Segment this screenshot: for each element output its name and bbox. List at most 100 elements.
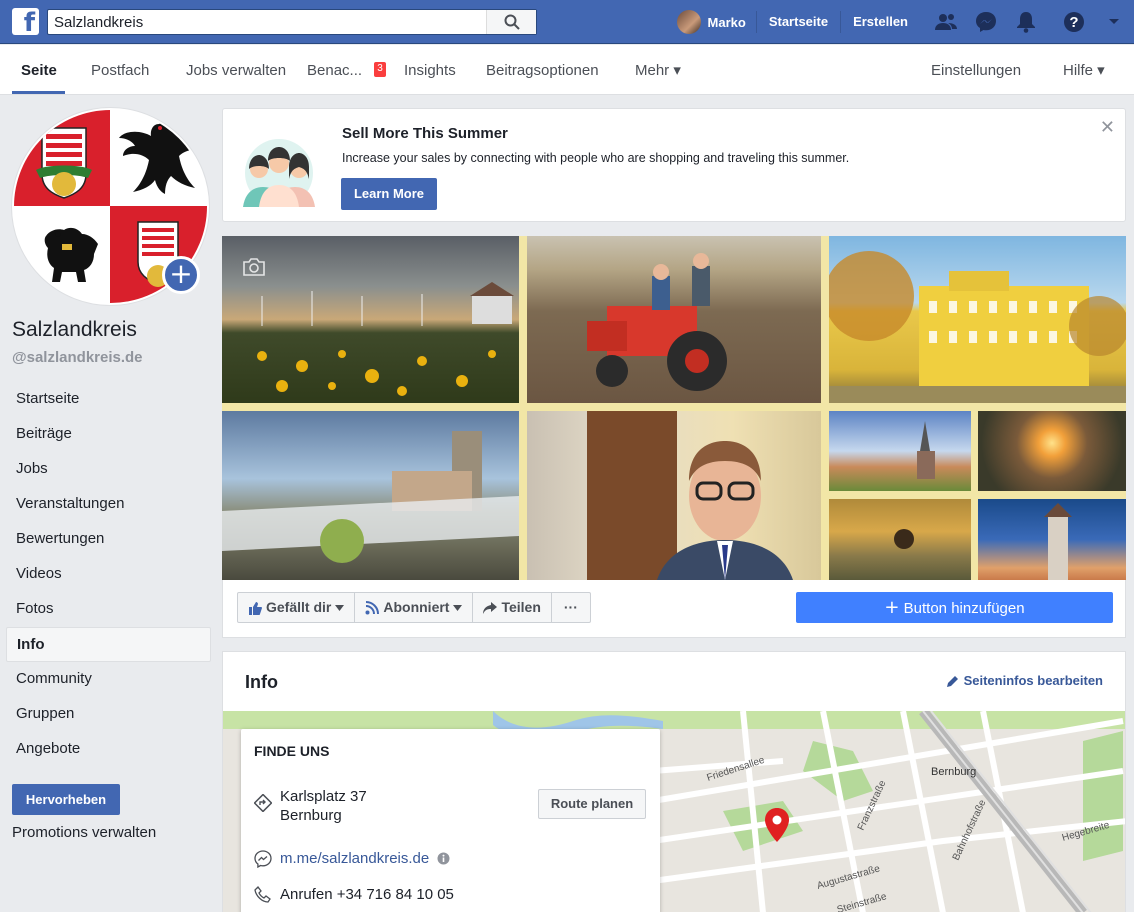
rss-follow-icon — [365, 600, 380, 614]
cover-tile-sunset — [978, 411, 1126, 491]
info-icon[interactable] — [437, 852, 450, 865]
sidebar-item-community[interactable]: Community — [6, 662, 211, 697]
like-button[interactable]: Gefällt dir — [238, 593, 356, 622]
messenger-row: m.me/salzlandkreis.de — [254, 850, 450, 868]
home-link[interactable]: Startseite — [755, 11, 840, 33]
cover-tile-church — [829, 411, 971, 491]
notifications-bell-icon[interactable] — [1006, 0, 1046, 44]
ad-description: Increase your sales by connecting with p… — [342, 151, 850, 165]
camera-icon[interactable] — [242, 258, 266, 276]
sidebar-item-photos[interactable]: Fotos — [6, 592, 211, 627]
page-action-bar: Gefällt dir Abonniert Teilen ··· + Butto… — [222, 580, 1126, 638]
cover-tile-park — [829, 499, 971, 580]
sidebar-item-info[interactable]: Info — [6, 627, 211, 662]
tab-post-options[interactable]: Beitragsoptionen — [486, 45, 599, 95]
messenger-link[interactable]: m.me/salzlandkreis.de — [280, 850, 429, 867]
page-title: Salzlandkreis — [12, 318, 137, 341]
info-card: Info Seiteninfos bearbeiten Friedensalle… — [222, 651, 1126, 912]
edit-page-info-label: Seiteninfos bearbeiten — [963, 673, 1103, 688]
manage-promotions-link[interactable]: Promotions verwalten — [12, 824, 156, 841]
messenger-icon[interactable] — [966, 0, 1006, 44]
tab-inbox[interactable]: Postfach — [91, 45, 149, 95]
cover-tile-sunflowers — [222, 236, 519, 403]
settings-link[interactable]: Einstellungen — [931, 45, 1021, 95]
cover-tile-tractor — [527, 236, 821, 403]
address-row: Karlsplatz 37 Bernburg — [254, 788, 367, 824]
map[interactable]: Friedensallee Franzstraße Augustastraße … — [223, 711, 1125, 912]
more-options-button[interactable]: ··· — [552, 593, 590, 622]
tab-manage-jobs[interactable]: Jobs verwalten — [186, 45, 286, 95]
address-line1: Karlsplatz 37 — [280, 788, 367, 805]
account-menu-chevron-down-icon[interactable] — [1094, 0, 1134, 44]
search-icon — [504, 14, 520, 30]
messenger-icon — [254, 850, 272, 868]
info-heading: Info — [245, 672, 278, 692]
add-button-button[interactable]: + Button hinzufügen — [796, 592, 1113, 623]
friend-requests-icon[interactable] — [926, 0, 966, 44]
close-icon[interactable]: ✕ — [1100, 117, 1115, 138]
ad-card: Sell More This Summer Increase your sale… — [222, 108, 1126, 222]
call-link[interactable]: Anrufen +34 716 84 10 05 — [280, 886, 454, 903]
page-actions: Gefällt dir Abonniert Teilen ··· — [237, 592, 591, 623]
page-handle[interactable]: @salzlandkreis.de — [12, 349, 143, 366]
share-label: Teilen — [501, 599, 541, 615]
svg-text:?: ? — [1069, 14, 1078, 31]
cover-tile-tower — [978, 499, 1126, 580]
tab-more[interactable]: Mehr ▾ — [635, 45, 681, 95]
sidebar-item-reviews[interactable]: Bewertungen — [6, 522, 211, 557]
pencil-icon — [946, 675, 958, 687]
page-nav: Seite Postfach Jobs verwalten Benac... 3… — [0, 45, 1134, 95]
user-profile-link[interactable]: Marko — [667, 10, 756, 34]
avatar — [676, 10, 701, 34]
plus-icon: + — [884, 597, 900, 618]
address-line2: Bernburg — [280, 807, 342, 824]
ad-title: Sell More This Summer — [342, 125, 508, 142]
cover-photo[interactable] — [222, 236, 1126, 580]
sidebar-item-jobs[interactable]: Jobs — [6, 452, 211, 487]
sidebar-item-groups[interactable]: Gruppen — [6, 697, 211, 732]
help-icon[interactable]: ? — [1054, 0, 1094, 44]
help-menu[interactable]: Hilfe ▾ — [1063, 45, 1105, 95]
sidebar-item-videos[interactable]: Videos — [6, 557, 211, 592]
cover-tile-palace — [829, 236, 1126, 403]
map-city-label: Bernburg — [931, 766, 976, 778]
find-us-heading: FINDE UNS — [254, 743, 330, 759]
sidebar-item-home[interactable]: Startseite — [6, 382, 211, 417]
people-illustration-icon — [243, 139, 315, 207]
add-button-label: Button hinzufügen — [903, 600, 1025, 617]
chevron-down-icon — [335, 604, 345, 611]
phone-row: Anrufen +34 716 84 10 05 — [254, 886, 454, 904]
tab-page[interactable]: Seite — [21, 45, 57, 95]
sidebar-nav: Startseite Beiträge Jobs Veranstaltungen… — [6, 382, 211, 767]
cover-tile-river — [222, 411, 519, 580]
follow-button[interactable]: Abonniert — [355, 593, 474, 622]
tab-notifications[interactable]: Benac... — [307, 45, 362, 95]
like-label: Gefällt dir — [266, 599, 332, 615]
thumbs-up-icon — [249, 601, 262, 615]
sidebar-item-offers[interactable]: Angebote — [6, 732, 211, 767]
search-input[interactable] — [48, 10, 486, 34]
cover-tile-portrait — [527, 411, 821, 580]
user-name: Marko — [707, 14, 746, 30]
plan-route-button[interactable]: Route planen — [538, 789, 646, 819]
tab-insights[interactable]: Insights — [404, 45, 456, 95]
notifications-count-badge: 3 — [374, 62, 386, 77]
edit-page-info-link[interactable]: Seiteninfos bearbeiten — [946, 673, 1103, 688]
share-button[interactable]: Teilen — [473, 593, 552, 622]
add-profile-photo-button[interactable]: + — [162, 256, 200, 294]
sidebar-item-posts[interactable]: Beiträge — [6, 417, 211, 452]
search-button[interactable] — [486, 10, 536, 34]
learn-more-button[interactable]: Learn More — [341, 178, 437, 210]
phone-icon — [254, 886, 271, 903]
map-pin-icon[interactable] — [764, 808, 790, 842]
active-tab-indicator — [12, 91, 65, 94]
chevron-down-icon — [453, 604, 463, 611]
follow-label: Abonniert — [383, 599, 450, 615]
directions-icon — [254, 794, 272, 812]
facebook-logo-icon[interactable]: f — [12, 8, 39, 35]
sidebar-item-events[interactable]: Veranstaltungen — [6, 487, 211, 522]
promote-button[interactable]: Hervorheben — [12, 784, 120, 815]
create-link[interactable]: Erstellen — [840, 11, 920, 33]
top-bar: f Marko Startseite Erstellen ? — [0, 0, 1134, 44]
share-arrow-icon — [483, 601, 498, 614]
